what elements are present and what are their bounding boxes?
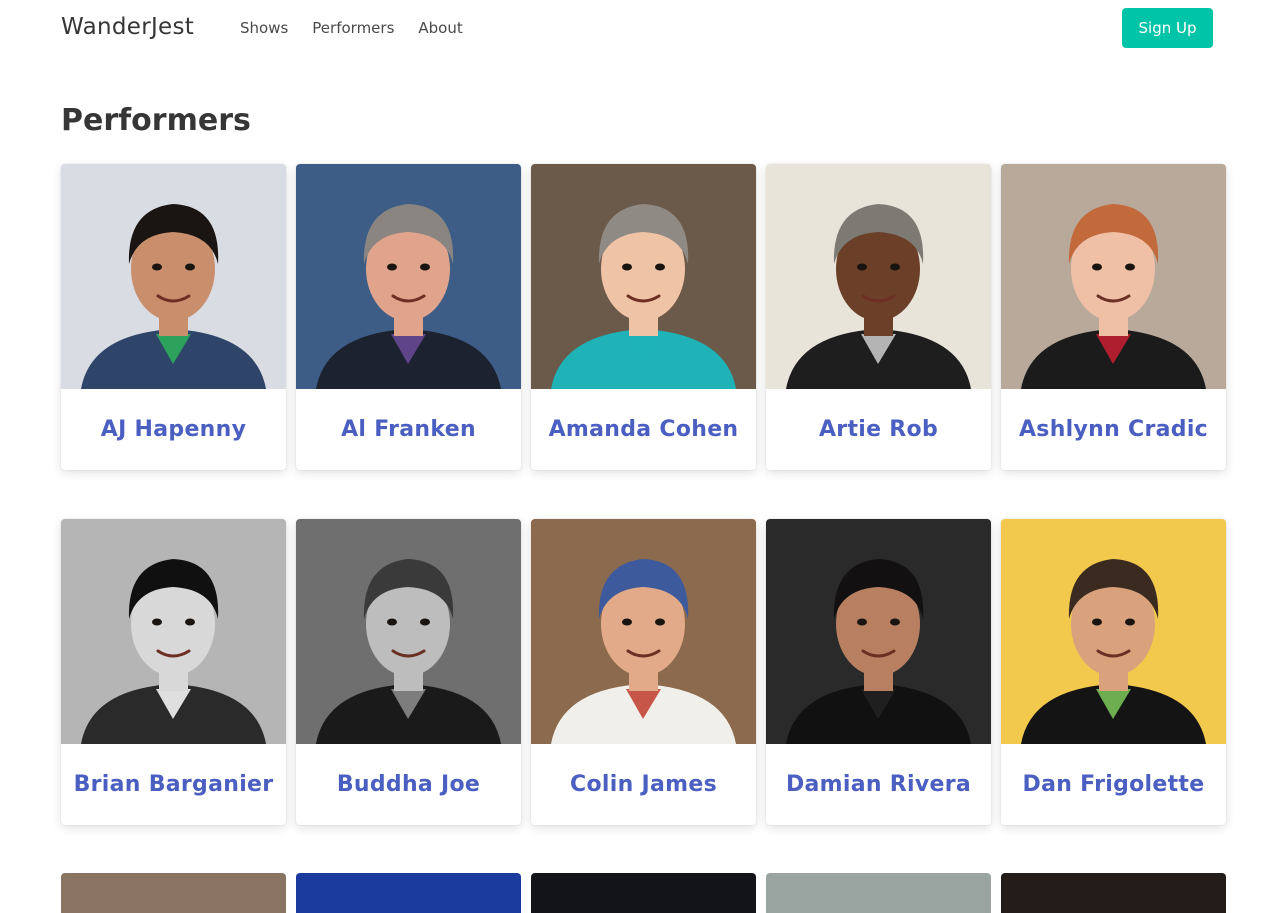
performer-card[interactable]: Buddha Joe (296, 519, 521, 825)
performer-photo-image (531, 164, 756, 389)
performer-photo-image (1001, 164, 1226, 389)
performer-card-partial[interactable] (531, 873, 756, 913)
performer-card[interactable]: Ashlynn Cradic (1001, 164, 1226, 470)
performer-card[interactable]: Dan Frigolette (1001, 519, 1226, 825)
performer-photo-image (296, 519, 521, 744)
performer-photo[interactable] (766, 519, 991, 744)
performer-photo-image (766, 519, 991, 744)
performer-card[interactable]: Al Franken (296, 164, 521, 470)
performer-name[interactable]: Colin James (531, 744, 756, 825)
performer-photo[interactable] (766, 164, 991, 389)
performer-name[interactable]: Al Franken (296, 389, 521, 470)
performer-photo[interactable] (531, 164, 756, 389)
nav-link-shows[interactable]: Shows (240, 19, 288, 37)
performer-photo-image (296, 164, 521, 389)
sign-up-button[interactable]: Sign Up (1122, 8, 1213, 48)
nav-links: Shows Performers About (240, 19, 463, 37)
performer-photo[interactable] (61, 519, 286, 744)
performer-photo-image (61, 519, 286, 744)
performer-photo-image (766, 164, 991, 389)
performer-photo-image (1001, 519, 1226, 744)
performer-name[interactable]: Dan Frigolette (1001, 744, 1226, 825)
performers-grid-next-row (61, 873, 1226, 913)
nav-link-performers[interactable]: Performers (312, 19, 394, 37)
performer-photo[interactable] (531, 519, 756, 744)
page-title: Performers (61, 103, 251, 138)
performer-photo[interactable] (296, 164, 521, 389)
top-navbar: WanderJest Shows Performers About Sign U… (0, 0, 1273, 57)
performer-name[interactable]: Amanda Cohen (531, 389, 756, 470)
performer-card-partial[interactable] (296, 873, 521, 913)
performer-card-partial[interactable] (766, 873, 991, 913)
performer-card-partial[interactable] (61, 873, 286, 913)
performer-photo-image (531, 519, 756, 744)
performer-name[interactable]: Artie Rob (766, 389, 991, 470)
performer-card[interactable]: Artie Rob (766, 164, 991, 470)
brand-logo[interactable]: WanderJest (61, 14, 194, 40)
performer-name[interactable]: Ashlynn Cradic (1001, 389, 1226, 470)
nav-link-about[interactable]: About (418, 19, 462, 37)
performer-photo[interactable] (61, 164, 286, 389)
performer-name[interactable]: AJ Hapenny (61, 389, 286, 470)
performer-card[interactable]: Amanda Cohen (531, 164, 756, 470)
performer-photo[interactable] (1001, 164, 1226, 389)
performer-name[interactable]: Buddha Joe (296, 744, 521, 825)
performer-card[interactable]: AJ Hapenny (61, 164, 286, 470)
performer-card-partial[interactable] (1001, 873, 1226, 913)
performer-card[interactable]: Brian Barganier (61, 519, 286, 825)
performer-card[interactable]: Colin James (531, 519, 756, 825)
performer-card[interactable]: Damian Rivera (766, 519, 991, 825)
performer-photo[interactable] (1001, 519, 1226, 744)
performer-photo[interactable] (296, 519, 521, 744)
performers-grid: AJ Hapenny Al Franken Amanda Cohen Artie Ro… (61, 164, 1226, 825)
performer-name[interactable]: Brian Barganier (61, 744, 286, 825)
performer-photo-image (61, 164, 286, 389)
performer-name[interactable]: Damian Rivera (766, 744, 991, 825)
